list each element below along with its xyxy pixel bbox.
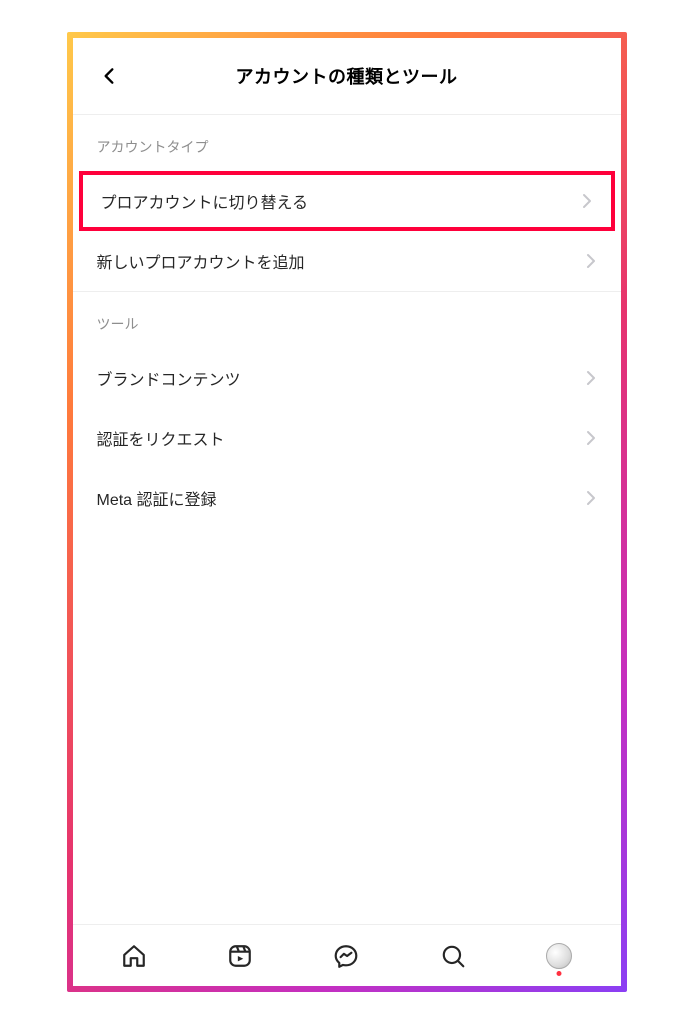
section-header-tools: ツール [73, 292, 621, 348]
chevron-right-icon [585, 253, 597, 269]
header-bar: アカウントの種類とツール [73, 38, 621, 114]
home-icon [121, 943, 147, 969]
row-add-pro-account[interactable]: 新しいプロアカウントを追加 [73, 231, 621, 291]
row-request-verification[interactable]: 認証をリクエスト [73, 408, 621, 468]
row-label: プロアカウントに切り替える [101, 189, 309, 213]
chevron-right-icon [585, 430, 597, 446]
nav-reels[interactable] [218, 934, 262, 978]
row-meta-verified[interactable]: Meta 認証に登録 [73, 468, 621, 528]
back-button[interactable] [93, 60, 125, 92]
app-screen: アカウントの種類とツール アカウントタイプ プロアカウントに切り替える 新しいプ… [73, 38, 621, 986]
row-brand-content[interactable]: ブランドコンテンツ [73, 348, 621, 408]
page-title: アカウントの種類とツール [236, 63, 458, 89]
nav-search[interactable] [431, 934, 475, 978]
reels-icon [227, 943, 253, 969]
row-label: Meta 認証に登録 [97, 486, 217, 510]
row-label: ブランドコンテンツ [97, 366, 241, 390]
content-area: アカウントタイプ プロアカウントに切り替える 新しいプロアカウントを追加 ツール [73, 115, 621, 924]
chevron-left-icon [99, 66, 119, 86]
nav-home[interactable] [112, 934, 156, 978]
row-switch-pro-account[interactable]: プロアカウントに切り替える [83, 175, 611, 227]
nav-messenger[interactable] [324, 934, 368, 978]
messenger-icon [333, 943, 359, 969]
bottom-navigation [73, 924, 621, 986]
gradient-frame: アカウントの種類とツール アカウントタイプ プロアカウントに切り替える 新しいプ… [67, 32, 627, 992]
profile-avatar-icon [546, 943, 572, 969]
row-label: 認証をリクエスト [97, 426, 225, 450]
chevron-right-icon [585, 370, 597, 386]
notification-dot [557, 971, 562, 976]
chevron-right-icon [585, 490, 597, 506]
search-icon [440, 943, 466, 969]
highlight-annotation: プロアカウントに切り替える [79, 171, 615, 231]
chevron-right-icon [581, 193, 593, 209]
row-label: 新しいプロアカウントを追加 [97, 249, 305, 273]
nav-profile[interactable] [537, 934, 581, 978]
section-header-account-type: アカウントタイプ [73, 115, 621, 171]
